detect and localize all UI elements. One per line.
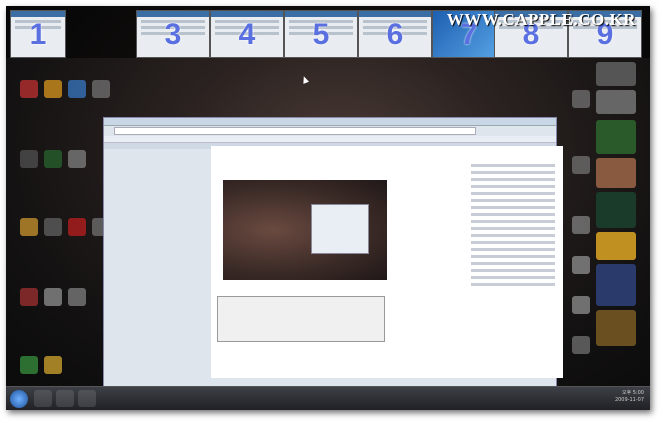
- system-tray[interactable]: 오후 5:00 2009-11-07: [615, 390, 644, 404]
- gadget[interactable]: [596, 120, 636, 154]
- start-button[interactable]: [10, 390, 28, 408]
- thumbnail-number: 4: [238, 18, 256, 51]
- thumbnail-number: 3: [164, 18, 182, 51]
- clock-date: 2009-11-07: [614, 397, 644, 403]
- desktop: 1 3 4 5 6 7 8 9 WWW.CAPPLE.CO.KR: [6, 6, 650, 391]
- watermark: WWW.CAPPLE.CO.KR: [446, 10, 636, 29]
- thumbnail-number: 5: [312, 18, 330, 51]
- taskbar-button[interactable]: [34, 390, 52, 407]
- gadget[interactable]: [596, 90, 636, 114]
- desktop-icon[interactable]: [78, 80, 124, 98]
- window-thumbnail[interactable]: 3: [136, 10, 210, 58]
- article-image: [217, 296, 385, 342]
- clock-time: 오후 5:00: [621, 390, 644, 396]
- window-thumbnail[interactable]: 4: [210, 10, 284, 58]
- gadget[interactable]: [596, 310, 636, 346]
- gadget[interactable]: [596, 62, 636, 86]
- window-thumbnail[interactable]: 6: [358, 10, 432, 58]
- mouse-cursor-icon: [300, 75, 310, 84]
- desktop-icon[interactable]: [54, 288, 100, 306]
- title-bar[interactable]: [104, 118, 556, 126]
- screenshot-frame: 1 3 4 5 6 7 8 9 WWW.CAPPLE.CO.KR 오후 5:00…: [6, 6, 650, 410]
- gadget[interactable]: [596, 158, 636, 188]
- web-page: [211, 146, 563, 378]
- gadget[interactable]: [596, 232, 636, 260]
- desktop-icon[interactable]: [54, 150, 100, 168]
- desktop-icon[interactable]: [30, 356, 76, 374]
- article-image: [223, 180, 387, 280]
- taskbar-button[interactable]: [56, 390, 74, 407]
- favorites-bar[interactable]: [104, 136, 556, 143]
- browser-window[interactable]: [103, 117, 563, 391]
- gadget[interactable]: [596, 264, 636, 306]
- address-bar[interactable]: [114, 127, 476, 135]
- thumbnail-number: 6: [386, 18, 404, 51]
- thumbnail-number: 1: [29, 18, 47, 51]
- window-thumbnail[interactable]: 5: [284, 10, 358, 58]
- network-gadget[interactable]: [596, 192, 636, 228]
- blog-sidebar: [469, 160, 557, 370]
- window-thumbnail[interactable]: 1: [10, 10, 66, 58]
- taskbar: 오후 5:00 2009-11-07: [6, 386, 650, 410]
- taskbar-button[interactable]: [78, 390, 96, 407]
